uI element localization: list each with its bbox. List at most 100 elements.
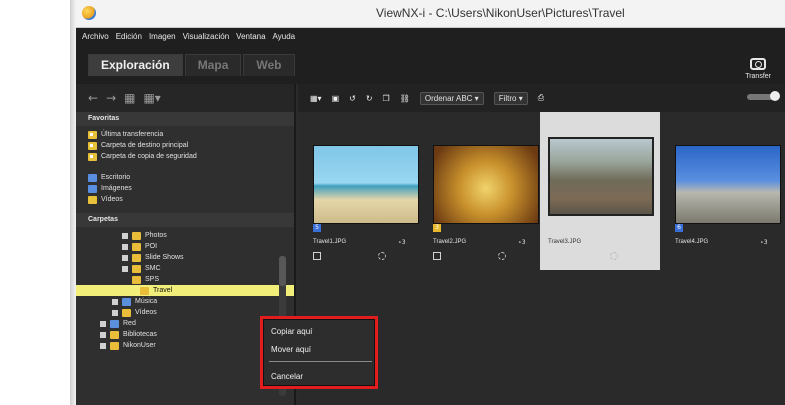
transfer-button[interactable]: Transfer (745, 58, 771, 80)
favorites-list: Última transferencia Carpeta de destino … (76, 126, 294, 205)
fav-imagenes[interactable]: Imágenes (88, 183, 294, 194)
expand-icon[interactable] (112, 309, 118, 316)
menu-edicion[interactable]: Edición (116, 32, 142, 41)
tree-label: Red (123, 320, 136, 327)
tree-label: Travel (153, 287, 173, 294)
fav-label: Imágenes (101, 185, 132, 192)
view-options-icon[interactable]: ▦ (124, 91, 135, 105)
thumbnail-item-selected[interactable]: Travel3.JPG (540, 112, 660, 270)
tab-exploracion[interactable]: Exploración (88, 54, 183, 76)
filter-dropdown[interactable]: Filtro ▾ (493, 91, 528, 105)
tree-item-photos[interactable]: Photos (76, 230, 294, 241)
menu-ayuda[interactable]: Ayuda (273, 32, 296, 41)
sort-dropdown[interactable]: Ordenar ABC ▾ (419, 91, 484, 105)
filmstrip-view-icon[interactable]: ▣ (332, 94, 340, 103)
user-folder-icon (110, 341, 119, 350)
link-icon[interactable]: ⛓ (400, 94, 410, 103)
expand-icon[interactable] (100, 320, 106, 327)
label-badge: 6 (675, 224, 683, 232)
tree-label: SMC (145, 265, 161, 272)
tree-label: Vídeos (135, 309, 157, 316)
tree-label: SPS (145, 276, 160, 283)
favorites-header[interactable]: Favoritas (76, 112, 294, 126)
move-here-option[interactable]: Mover aquí (271, 345, 311, 354)
filter-label: Filtro (498, 93, 517, 103)
scrollbar-thumb[interactable] (279, 256, 286, 286)
folder-pin-icon (88, 141, 97, 150)
geotag-icon (378, 252, 386, 260)
tree-item-poi[interactable]: POI (76, 241, 294, 252)
cancel-option[interactable]: Cancelar (271, 372, 303, 381)
forward-arrow-icon[interactable]: → (106, 91, 116, 105)
expand-icon[interactable] (100, 331, 106, 338)
tree-item-slide-shows[interactable]: Slide Shows (76, 252, 294, 263)
tree-label: Bibliotecas (123, 331, 157, 338)
folders-header[interactable]: Carpetas (76, 213, 294, 227)
thumbnail-rating: ⋆3 (398, 239, 406, 246)
tree-label: Slide Shows (145, 254, 184, 261)
tree-item-travel[interactable]: Travel (76, 285, 294, 296)
fav-escritorio[interactable]: Escritorio (88, 172, 294, 183)
back-arrow-icon[interactable]: ← (88, 91, 98, 105)
fav-label: Última transferencia (101, 131, 164, 138)
fav-carpeta-copia[interactable]: Carpeta de copia de seguridad (88, 151, 294, 162)
menu-separator (269, 361, 372, 362)
beach-photo[interactable] (313, 145, 419, 224)
app-logo-icon (82, 6, 96, 20)
thumbnail-item[interactable]: 5 Travel1.JPG ⋆3 (298, 112, 419, 270)
tree-label: POI (145, 243, 158, 250)
menu-imagen[interactable]: Imagen (149, 32, 176, 41)
expand-icon[interactable] (122, 232, 128, 239)
grid-view-icon[interactable]: ▦▾ (310, 94, 322, 103)
music-folder-icon (122, 297, 131, 306)
lock-icon[interactable]: ⎙ (538, 93, 544, 103)
menu-archivo[interactable]: Archivo (82, 32, 109, 41)
label-badge: 3 (433, 224, 441, 232)
menu-ventana[interactable]: Ventana (236, 32, 265, 41)
menu-bar: Archivo Edición Imagen Visualización Ven… (76, 28, 785, 84)
thumbnail-grid: 5 Travel1.JPG ⋆3 3 Travel2.JPG ⋆3 Travel… (298, 112, 785, 272)
folder-icon (132, 231, 141, 240)
expand-icon[interactable] (122, 254, 128, 261)
fav-videos[interactable]: Vídeos (88, 194, 294, 205)
thumbnail-item[interactable]: 6 Travel4.JPG ⋆3 (660, 112, 781, 270)
geotag-icon (610, 252, 618, 260)
tree-item-sps[interactable]: SPS (76, 274, 294, 285)
copy-here-option[interactable]: Copiar aquí (271, 327, 312, 336)
folder-open-icon (140, 286, 149, 295)
fav-label: Carpeta de destino principal (101, 142, 189, 149)
drag-drop-context-menu: Copiar aquí Mover aquí Cancelar (260, 316, 378, 389)
temple-photo[interactable] (433, 145, 539, 224)
label-badge: 5 (313, 224, 321, 232)
fav-ultima-transferencia[interactable]: Última transferencia (88, 129, 294, 140)
view-dropdown-icon[interactable]: ▦▾ (143, 91, 160, 105)
thumbnail-size-slider[interactable] (747, 91, 780, 101)
transfer-label: Transfer (745, 73, 771, 80)
village-photo[interactable] (548, 137, 654, 216)
tree-item-smc[interactable]: SMC (76, 263, 294, 274)
window-title: ViewNX-i - C:\Users\NikonUser\Pictures\T… (376, 6, 625, 20)
tab-web[interactable]: Web (243, 54, 295, 76)
sort-label: Ordenar ABC (424, 93, 473, 103)
fav-carpeta-destino[interactable]: Carpeta de destino principal (88, 140, 294, 151)
thumbnail-filename: Travel1.JPG (313, 239, 347, 245)
monument-photo[interactable] (675, 145, 781, 224)
thumbnail-item[interactable]: 3 Travel2.JPG ⋆3 (418, 112, 539, 270)
expand-icon[interactable] (112, 298, 118, 305)
geotag-icon (498, 252, 506, 260)
tree-label: Música (135, 298, 158, 305)
thumbnail-rating: ⋆3 (518, 239, 526, 246)
tree-item-musica[interactable]: Música (76, 296, 294, 307)
rotate-left-icon[interactable]: ↺ (349, 94, 356, 103)
expand-icon[interactable] (100, 342, 106, 349)
menu-items: Archivo Edición Imagen Visualización Ven… (82, 32, 295, 41)
thumbnail-toolbar: ▦▾ ▣ ↺ ↻ ❐ ⛓ Ordenar ABC ▾ Filtro ▾ ⎙ (298, 84, 785, 112)
thumbnail-filename: Travel3.JPG (548, 239, 582, 245)
menu-visualizacion[interactable]: Visualización (183, 32, 230, 41)
tab-mapa[interactable]: Mapa (184, 54, 242, 76)
expand-icon[interactable] (122, 243, 128, 250)
expand-icon[interactable] (122, 265, 128, 272)
copy-icon[interactable]: ❐ (383, 94, 390, 103)
rotate-right-icon[interactable]: ↻ (366, 94, 373, 103)
